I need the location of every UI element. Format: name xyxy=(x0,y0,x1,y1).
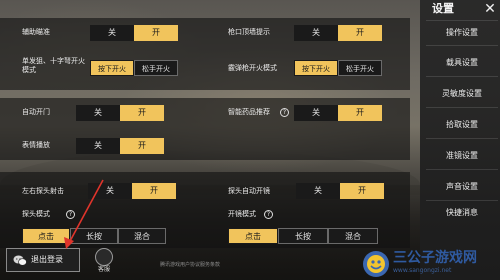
peek-scope-on-button[interactable]: 开 xyxy=(340,183,384,199)
emote-label: 表情播放 xyxy=(22,141,50,149)
peek-mode-label: 探头模式 xyxy=(22,210,50,218)
peek-mode-tap-option[interactable]: 点击 xyxy=(22,228,70,244)
scope-mode-help-icon[interactable]: ? xyxy=(264,210,273,219)
logout-button[interactable]: 退出登录 xyxy=(6,248,80,272)
support-label: 客服 xyxy=(97,266,110,273)
assist-aim-on-button[interactable]: 开 xyxy=(134,25,178,41)
sidebar-divider xyxy=(426,76,498,77)
emote-on-button[interactable]: 开 xyxy=(120,138,164,154)
smart-meds-on-button[interactable]: 开 xyxy=(338,105,382,121)
auto-door-label: 自动开门 xyxy=(22,108,50,116)
peek-scope-label: 探头自动开镜 xyxy=(228,187,270,195)
settings-title: 设置 xyxy=(432,2,454,15)
customer-service-button[interactable]: 客服 xyxy=(92,248,116,278)
sidebar-item-quick-message[interactable]: 快捷消息 xyxy=(433,204,491,221)
emote-off-button[interactable]: 关 xyxy=(76,138,120,154)
terms-note[interactable]: 腾讯游戏用户协议服务条款 xyxy=(160,261,220,268)
sidebar-item-sensitivity[interactable]: 灵敏度设置 xyxy=(433,85,491,102)
smart-meds-label: 智能药品推荐 xyxy=(228,108,270,116)
sidebar-divider xyxy=(426,138,498,139)
settings-sidebar xyxy=(420,0,500,280)
scope-mode-hold-option[interactable]: 长按 xyxy=(278,228,328,244)
sidebar-divider xyxy=(426,200,498,201)
sidebar-divider xyxy=(426,169,498,170)
peek-scope-off-button[interactable]: 关 xyxy=(296,183,340,199)
peek-fire-on-button[interactable]: 开 xyxy=(132,183,176,199)
sidebar-item-sound[interactable]: 声音设置 xyxy=(433,178,491,195)
muzzle-hint-label: 枪口顶墙提示 xyxy=(228,28,270,36)
sidebar-item-pickup[interactable]: 拾取设置 xyxy=(433,116,491,133)
sidebar-divider xyxy=(426,107,498,108)
scope-mode-label: 开镜模式 xyxy=(228,210,256,218)
sidebar-item-vehicle[interactable]: 载具设置 xyxy=(433,54,491,71)
smart-meds-off-button[interactable]: 关 xyxy=(294,105,338,121)
shotgun-press-fire-option[interactable]: 按下开火 xyxy=(294,60,338,76)
peek-mode-hold-option[interactable]: 长按 xyxy=(70,228,118,244)
muzzle-hint-on-button[interactable]: 开 xyxy=(338,25,382,41)
peek-fire-off-button[interactable]: 关 xyxy=(88,183,132,199)
assist-aim-label: 辅助瞄准 xyxy=(22,28,50,36)
smart-meds-help-icon[interactable]: ? xyxy=(280,108,289,117)
shotgun-fire-mode-label: 霰弹枪开火模式 xyxy=(228,64,277,72)
sidebar-divider xyxy=(426,45,498,46)
peek-fire-label: 左右探头射击 xyxy=(22,187,64,195)
sidebar-divider xyxy=(426,20,498,21)
peek-mode-help-icon[interactable]: ? xyxy=(66,210,75,219)
peek-mode-mixed-option[interactable]: 混合 xyxy=(118,228,166,244)
sidebar-item-scope[interactable]: 准镜设置 xyxy=(433,147,491,164)
sniper-release-fire-option[interactable]: 松手开火 xyxy=(134,60,178,76)
logout-label: 退出登录 xyxy=(31,255,63,264)
sniper-fire-mode-label: 单发狙、十字弩开火模式 xyxy=(22,57,85,74)
wechat-icon xyxy=(13,255,27,266)
watermark-logo-icon xyxy=(363,251,389,277)
close-icon[interactable]: ✕ xyxy=(482,1,498,17)
auto-door-off-button[interactable]: 关 xyxy=(76,105,120,121)
site-watermark: 三公子游戏网 www.sangongzi.net xyxy=(362,248,500,280)
scope-mode-tap-option[interactable]: 点击 xyxy=(228,228,278,244)
support-avatar-icon xyxy=(95,248,113,266)
sniper-press-fire-option[interactable]: 按下开火 xyxy=(90,60,134,76)
muzzle-hint-off-button[interactable]: 关 xyxy=(294,25,338,41)
watermark-url: www.sangongzi.net xyxy=(393,267,452,274)
sidebar-item-controls[interactable]: 操作设置 xyxy=(433,24,491,41)
shotgun-release-fire-option[interactable]: 松手开火 xyxy=(338,60,382,76)
scope-mode-mixed-option[interactable]: 混合 xyxy=(328,228,378,244)
assist-aim-off-button[interactable]: 关 xyxy=(90,25,134,41)
auto-door-on-button[interactable]: 开 xyxy=(120,105,164,121)
watermark-name: 三公子游戏网 xyxy=(393,250,477,266)
